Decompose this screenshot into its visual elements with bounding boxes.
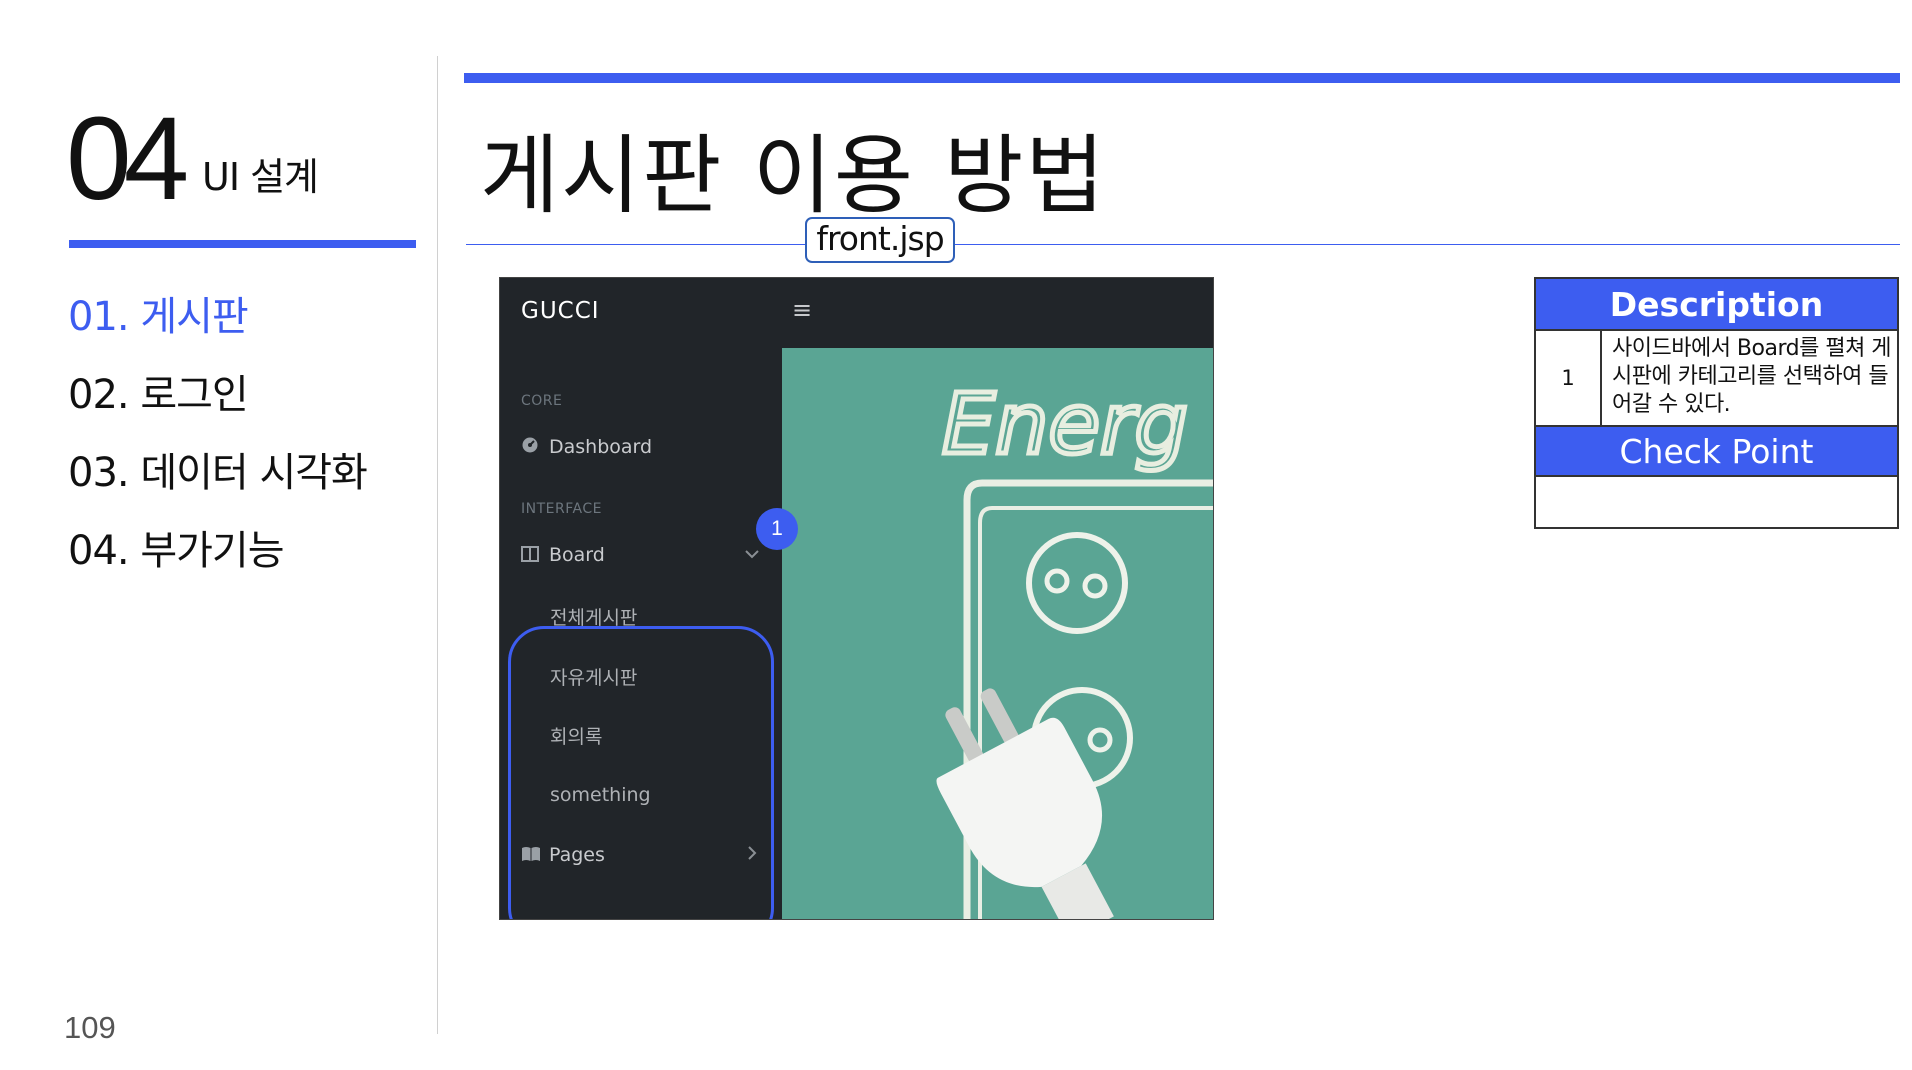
- sidebar-heading-interface: INTERFACE: [521, 501, 602, 517]
- chevron-down-icon[interactable]: [744, 546, 760, 567]
- section-number: 04: [66, 93, 189, 225]
- app-brand[interactable]: GUCCI: [521, 298, 600, 324]
- sidebar-heading-core: CORE: [521, 393, 563, 409]
- chalk-text: Energ: [942, 375, 1188, 473]
- title-underline: [466, 244, 1900, 245]
- page-title: 게시판 이용 방법: [480, 126, 1107, 226]
- table-row: 1 사이드바에서 Board를 펼쳐 게시판에 카테고리를 선택하여 들어갈 수…: [1536, 331, 1897, 427]
- checkpoint-body: [1536, 477, 1897, 527]
- nav-item-visualization[interactable]: 03. 데이터 시각화: [68, 446, 368, 524]
- board-highlight-outline: [508, 626, 774, 919]
- sidebar-item-board[interactable]: Board: [521, 544, 605, 566]
- dashboard-icon: [521, 436, 539, 453]
- nav-item-extras[interactable]: 04. 부가기능: [68, 524, 367, 602]
- app-sidebar: CORE Dashboard INTERFACE Board 전체게시판 자유게…: [500, 348, 782, 919]
- app-screenshot: GUCCI ≡ CORE Dashboard INTERFACE Board 전…: [499, 277, 1214, 920]
- description-table: Description 1 사이드바에서 Board를 펼쳐 게시판에 카테고리…: [1534, 277, 1899, 529]
- vertical-divider: [437, 56, 438, 1034]
- menu-toggle-icon[interactable]: ≡: [792, 296, 812, 324]
- page-number: 109: [64, 1010, 116, 1045]
- row-text: 사이드바에서 Board를 펼쳐 게시판에 카테고리를 선택하여 들어갈 수 있…: [1612, 336, 1892, 417]
- left-accent-rule: [69, 240, 416, 248]
- columns-icon: [521, 546, 539, 562]
- callout-badge: 1: [756, 508, 798, 550]
- section-title: UI 설계: [202, 155, 319, 199]
- description-header: Description: [1536, 279, 1897, 331]
- app-topbar: GUCCI ≡: [500, 278, 1213, 348]
- top-accent-rule: [464, 73, 1900, 83]
- nav-item-login[interactable]: 02. 로그인: [68, 368, 367, 446]
- chalkboard-image: Energ: [782, 348, 1213, 919]
- checkpoint-header: Check Point: [1536, 427, 1897, 477]
- file-tag: front.jsp: [805, 217, 955, 263]
- nav-item-board[interactable]: 01. 게시판: [68, 290, 367, 368]
- chapter-nav: 01. 게시판 02. 로그인 03. 데이터 시각화 04. 부가기능: [68, 290, 368, 602]
- sidebar-item-label: Board: [549, 544, 605, 566]
- sidebar-item-dashboard[interactable]: Dashboard: [521, 436, 652, 458]
- sidebar-item-label: Dashboard: [549, 436, 653, 458]
- row-index: 1: [1536, 331, 1602, 425]
